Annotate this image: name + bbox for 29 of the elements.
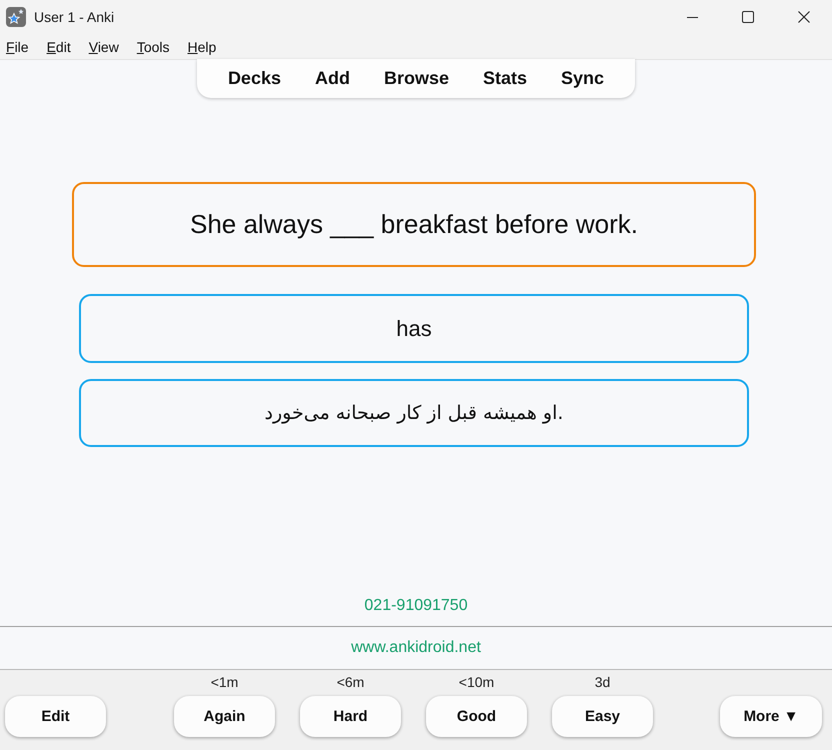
answer-button[interactable]: Again [174, 696, 275, 737]
phone-number-text: 021-91091750 [364, 596, 468, 616]
answer-button[interactable]: Hard [300, 696, 401, 737]
menu-item[interactable]: View [88, 38, 119, 56]
edit-button[interactable]: Edit [5, 696, 106, 737]
interval-label: <1m [210, 674, 238, 690]
interval-label: 3d [594, 674, 610, 690]
more-button[interactable]: More ▼ [720, 696, 822, 737]
nav-link[interactable]: Browse [366, 62, 466, 95]
translation-text: او همیشه قبل از کار صبحانه می‌خورد. [264, 402, 564, 424]
menu-item[interactable]: File [6, 38, 29, 56]
answer-text: has [396, 316, 432, 342]
nav-link[interactable]: Stats [466, 62, 544, 95]
question-text: She always ___ breakfast before work. [190, 209, 638, 240]
nav-link[interactable]: Decks [210, 62, 298, 95]
menu-item[interactable]: Help [188, 38, 216, 56]
close-icon [798, 11, 810, 23]
minimize-icon [686, 16, 698, 18]
interval-label: <10m [458, 674, 494, 690]
nav-link[interactable]: Sync [544, 62, 622, 95]
menu-item[interactable]: Tools [136, 38, 170, 56]
nav-link[interactable]: Add [298, 62, 367, 95]
menu-item[interactable]: Edit [46, 38, 71, 56]
answer-button[interactable]: Good [426, 696, 527, 737]
interval-label: <6m [336, 674, 364, 690]
window-title: User 1 - Anki [34, 9, 114, 25]
star-tile-icon [6, 7, 26, 27]
answer-button[interactable]: Easy [552, 696, 653, 737]
maximize-icon [742, 11, 754, 23]
